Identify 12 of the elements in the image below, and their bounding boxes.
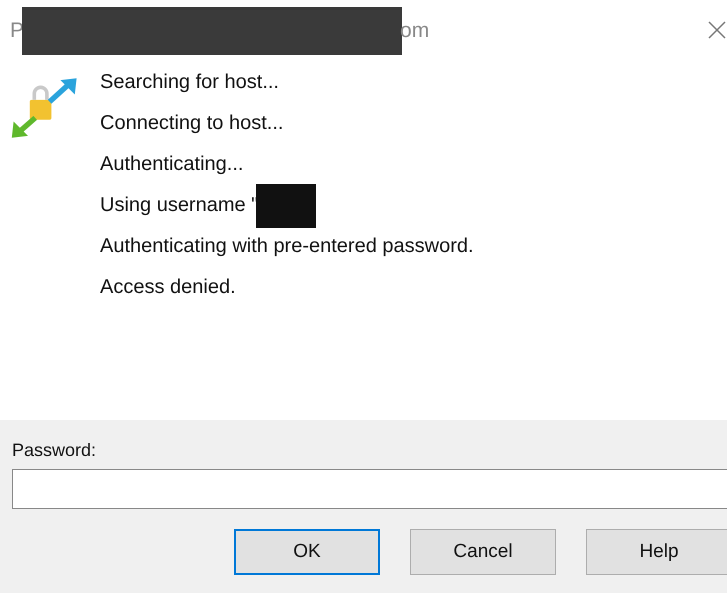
close-icon[interactable] bbox=[707, 20, 727, 40]
dialog-button[interactable]: Help bbox=[586, 529, 727, 575]
password-label: Password: bbox=[12, 440, 98, 461]
log-line: Connecting to host... bbox=[100, 112, 284, 135]
dialog-button[interactable]: OK bbox=[234, 529, 380, 575]
dialog-button[interactable]: Cancel bbox=[410, 529, 556, 575]
log-line: Authenticating... bbox=[100, 153, 244, 176]
log-line: Authenticating with pre-entered password. bbox=[100, 235, 474, 258]
log-line: Access denied. bbox=[100, 276, 236, 299]
password-field[interactable] bbox=[12, 469, 727, 509]
log-line: Searching for host... bbox=[100, 71, 279, 94]
window-title: P bbox=[10, 19, 24, 43]
